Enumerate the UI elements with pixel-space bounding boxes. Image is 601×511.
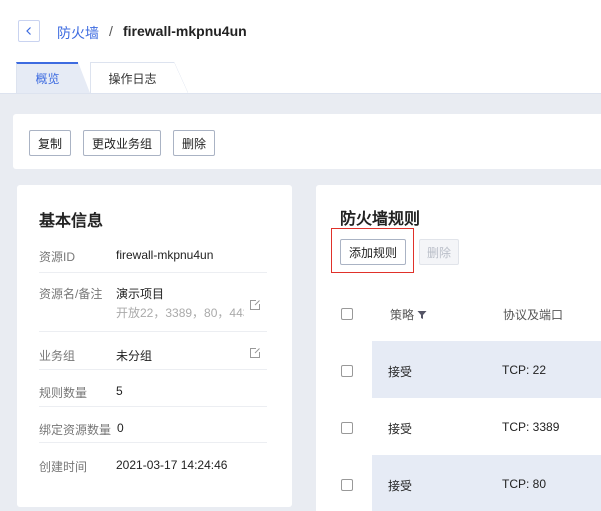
- rules-title: 防火墙规则: [340, 211, 421, 228]
- edit-group-icon[interactable]: [249, 347, 261, 359]
- breadcrumb-parent[interactable]: 防火墙: [57, 23, 99, 43]
- divider: [39, 369, 267, 370]
- edit-name-icon[interactable]: [249, 299, 261, 311]
- divider: [39, 272, 267, 273]
- change-group-button[interactable]: 更改业务组: [83, 130, 162, 156]
- policy-cell: 接受: [388, 422, 413, 436]
- chevron-left-icon: [26, 27, 31, 35]
- tab-overview[interactable]: 概览: [16, 62, 90, 93]
- protocol-cell: TCP: 3389: [502, 420, 560, 434]
- name-label: 资源名/备注: [39, 287, 103, 301]
- protocol-column-header: 协议及端口: [503, 306, 563, 323]
- firewall-rules-card: 防火墙规则 添加规则 删除 策略 协议及端口 接受 TCP: 22 接受 TCP…: [316, 185, 601, 511]
- row-checkbox[interactable]: [341, 365, 353, 377]
- basic-info-card: 基本信息 资源ID firewall-mkpnu4un 资源名/备注 演示项目 …: [17, 185, 292, 507]
- filter-icon[interactable]: [417, 310, 427, 320]
- protocol-header-label: 协议及端口: [503, 308, 564, 322]
- policy-header-label: 策略: [390, 308, 415, 322]
- bound-value: 0: [117, 421, 124, 435]
- breadcrumb-separator: /: [109, 23, 113, 39]
- divider: [39, 442, 267, 443]
- resource-id-value: firewall-mkpnu4un: [116, 248, 214, 262]
- delete-rule-button: 删除: [419, 239, 460, 265]
- policy-cell: 接受: [388, 365, 413, 379]
- select-all-checkbox[interactable]: [341, 308, 353, 320]
- created-label: 创建时间: [39, 460, 88, 474]
- bound-label: 绑定资源数量: [39, 423, 112, 437]
- basic-info-title: 基本信息: [39, 213, 104, 230]
- add-rule-button[interactable]: 添加规则: [340, 239, 407, 265]
- page-title: firewall-mkpnu4un: [123, 23, 247, 39]
- created-value: 2021-03-17 14:24:46: [116, 458, 228, 472]
- back-button[interactable]: [18, 20, 40, 42]
- content-area: 复制 更改业务组 删除 基本信息 资源ID firewall-mkpnu4un …: [0, 94, 601, 511]
- rule-count-label: 规则数量: [39, 386, 88, 400]
- note-value: 开放22，3389，80，443: [116, 306, 244, 320]
- copy-button[interactable]: 复制: [29, 130, 72, 156]
- resource-id-label: 资源ID: [39, 250, 76, 264]
- group-value: 未分组: [116, 349, 153, 363]
- tab-operation-log[interactable]: 操作日志: [90, 62, 188, 93]
- row-checkbox[interactable]: [341, 422, 353, 434]
- protocol-cell: TCP: 80: [502, 477, 547, 491]
- name-value: 演示项目: [116, 287, 165, 301]
- policy-column-header[interactable]: 策略: [390, 306, 427, 323]
- divider: [39, 406, 267, 407]
- page-header: 防火墙 / firewall-mkpnu4un 概览 操作日志: [0, 0, 601, 93]
- divider: [39, 331, 267, 332]
- policy-cell: 接受: [388, 479, 413, 493]
- row-checkbox[interactable]: [341, 479, 353, 491]
- rule-count-value: 5: [116, 384, 123, 398]
- group-label: 业务组: [39, 349, 76, 363]
- protocol-cell: TCP: 22: [502, 363, 547, 377]
- delete-button[interactable]: 删除: [173, 130, 216, 156]
- action-toolbar: 复制 更改业务组 删除: [13, 114, 601, 169]
